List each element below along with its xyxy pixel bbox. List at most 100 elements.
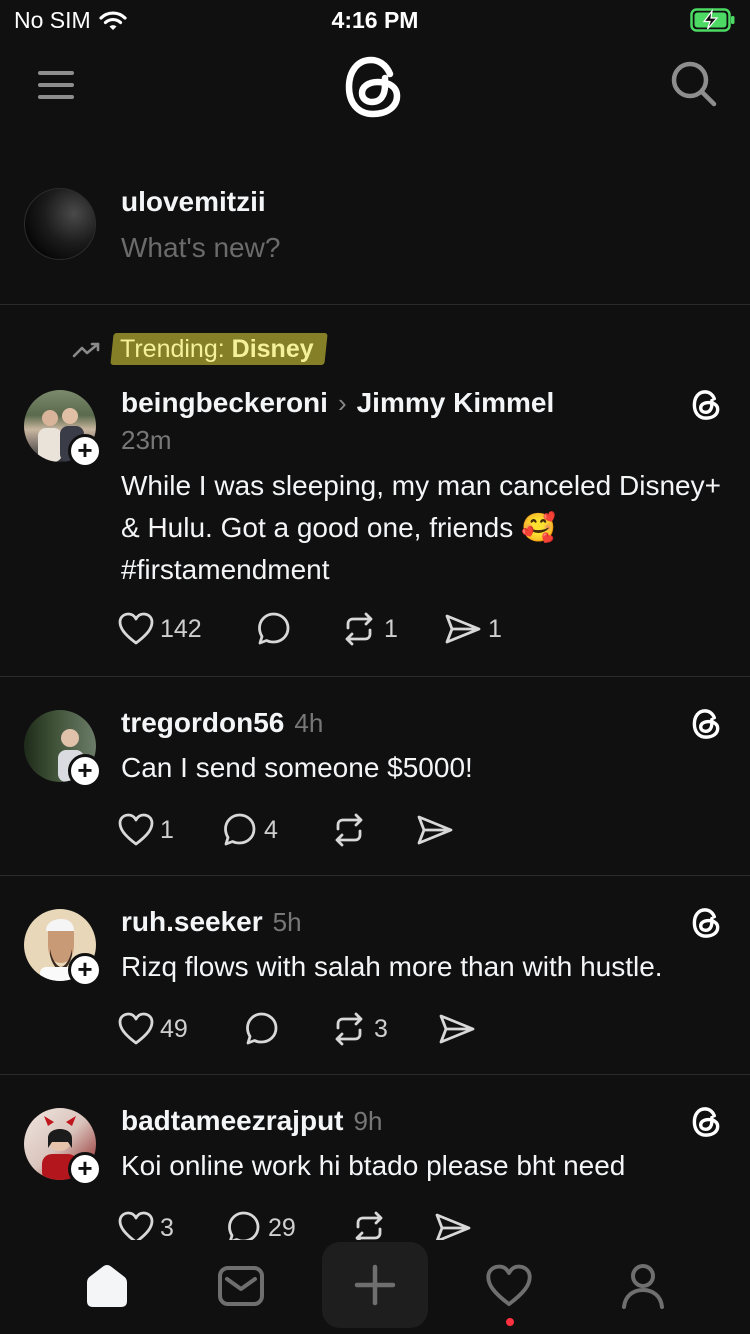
trending-topic[interactable]: Trending: Disney	[112, 333, 322, 365]
follow-plus-icon[interactable]: +	[68, 754, 102, 788]
send-icon	[445, 614, 481, 644]
post-text: While I was sleeping, my man canceled Di…	[121, 470, 721, 585]
composer[interactable]: ulovemitzii What's new?	[0, 180, 750, 305]
post-time: 9h	[353, 1106, 383, 1136]
post-actions: 1 4	[118, 812, 460, 848]
repost-icon	[345, 612, 373, 646]
follow-plus-icon[interactable]: +	[68, 1152, 102, 1186]
like-count: 142	[160, 614, 202, 643]
thread-post[interactable]: Trending: Disney + beingbeckeroni › Jimm…	[0, 305, 750, 677]
reply-to-username[interactable]: Jimmy Kimmel	[357, 387, 555, 419]
reply-button[interactable]	[244, 1011, 330, 1047]
post-time: 4h	[294, 708, 324, 738]
post-actions: 142 1 1	[118, 611, 502, 647]
heart-icon	[118, 612, 154, 645]
notification-dot	[506, 1318, 514, 1326]
share-button[interactable]: 1	[444, 612, 502, 646]
avatar[interactable]: +	[24, 909, 102, 987]
repost-count: 3	[374, 1014, 388, 1043]
comment-icon	[224, 813, 256, 846]
share-button[interactable]	[416, 813, 460, 847]
like-button[interactable]: 49	[118, 1012, 244, 1046]
avatar[interactable]: +	[24, 1108, 102, 1186]
like-button[interactable]: 3	[118, 1211, 226, 1240]
heart-icon	[118, 813, 154, 846]
tab-activity[interactable]	[479, 1256, 539, 1316]
reply-button[interactable]: 29	[226, 1210, 350, 1240]
profile-icon	[622, 1264, 664, 1309]
reply-count: 4	[264, 815, 278, 844]
threads-icon[interactable]	[690, 388, 724, 422]
thread-post[interactable]: + tregordon56 4h Can I send someone $500…	[0, 677, 750, 876]
create-button[interactable]	[322, 1242, 428, 1328]
plus-icon	[354, 1264, 396, 1306]
tab-bar	[0, 1240, 750, 1334]
threads-icon[interactable]	[690, 707, 724, 741]
tab-profile[interactable]	[613, 1256, 673, 1316]
compose-input[interactable]: What's new?	[121, 232, 280, 264]
repost-button[interactable]: 1	[340, 612, 444, 646]
chevron-right-icon: ›	[337, 388, 347, 418]
like-button[interactable]: 1	[118, 813, 222, 847]
battery-charging-icon	[690, 8, 735, 32]
post-text: Koi online work hi btado please bht need	[121, 1150, 626, 1181]
username[interactable]: badtameezrajput	[121, 1105, 344, 1137]
thread-post[interactable]: + badtameezrajput 9h Koi online work hi …	[0, 1075, 750, 1240]
repost-count: 1	[384, 614, 398, 643]
username[interactable]: ruh.seeker	[121, 906, 263, 938]
search-icon[interactable]	[668, 58, 720, 110]
tab-inbox[interactable]	[211, 1256, 271, 1316]
reply-count: 29	[268, 1213, 296, 1241]
repost-button[interactable]: 3	[330, 1012, 438, 1046]
post-time: 5h	[272, 907, 302, 937]
comment-icon	[246, 1012, 278, 1045]
status-bar: No SIM 4:16 PM	[0, 0, 750, 40]
avatar[interactable]: +	[24, 390, 102, 468]
thread-post[interactable]: + ruh.seeker 5h Rizq flows with salah mo…	[0, 876, 750, 1075]
username[interactable]: tregordon56	[121, 707, 284, 739]
follow-plus-icon[interactable]: +	[68, 434, 102, 468]
follow-plus-icon[interactable]: +	[68, 953, 102, 987]
heart-icon	[118, 1012, 154, 1045]
tab-home[interactable]	[77, 1256, 137, 1316]
share-count: 1	[488, 614, 502, 643]
post-time: 23m	[121, 425, 172, 455]
post-text: Can I send someone $5000!	[121, 752, 473, 783]
threads-logo-icon[interactable]	[340, 52, 410, 122]
trending-icon	[72, 342, 100, 357]
send-icon	[417, 815, 453, 845]
repost-button[interactable]	[350, 1211, 434, 1240]
status-time: 4:16 PM	[331, 7, 419, 33]
send-icon	[439, 1014, 475, 1044]
reply-button[interactable]: 4	[222, 812, 330, 848]
repost-icon	[335, 1012, 363, 1046]
home-icon	[87, 1265, 127, 1307]
comment-icon	[258, 612, 290, 645]
trending-label[interactable]: Trending: Disney	[72, 335, 322, 364]
threads-icon[interactable]	[690, 1105, 724, 1139]
post-text: Rizq flows with salah more than with hus…	[121, 951, 663, 982]
like-count: 3	[160, 1213, 174, 1241]
post-actions: 3 29	[118, 1210, 478, 1240]
heart-icon	[118, 1211, 154, 1240]
heart-icon	[486, 1264, 532, 1307]
avatar[interactable]: +	[24, 710, 102, 788]
avatar[interactable]	[24, 188, 96, 260]
reply-button[interactable]	[256, 611, 340, 647]
comment-icon	[228, 1211, 260, 1240]
repost-button[interactable]	[330, 813, 416, 847]
composer-username: ulovemitzii	[121, 186, 266, 217]
top-nav	[0, 48, 750, 128]
threads-icon[interactable]	[690, 906, 724, 940]
inbox-icon	[218, 1266, 264, 1306]
post-actions: 49 3	[118, 1011, 482, 1047]
like-count: 1	[160, 815, 174, 844]
share-button[interactable]	[434, 1211, 478, 1240]
share-button[interactable]	[438, 1012, 482, 1046]
repost-icon	[355, 1211, 383, 1240]
like-button[interactable]: 142	[118, 612, 256, 646]
username[interactable]: beingbeckeroni	[121, 387, 328, 419]
repost-icon	[335, 813, 363, 847]
like-count: 49	[160, 1014, 188, 1043]
menu-icon[interactable]	[36, 68, 76, 102]
